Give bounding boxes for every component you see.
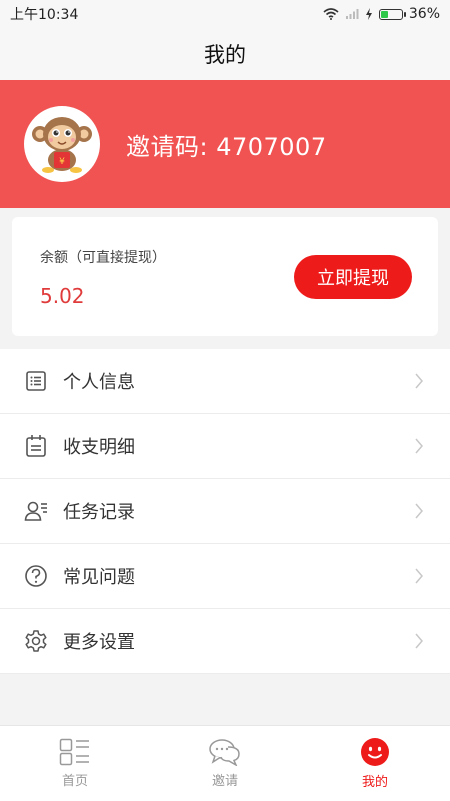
menu-item-label: 任务记录 bbox=[63, 502, 135, 523]
wifi-icon bbox=[323, 8, 339, 20]
balance-label: 余额（可直接提现） bbox=[40, 250, 166, 266]
charging-icon bbox=[365, 8, 372, 20]
tab-label: 首页 bbox=[61, 774, 88, 789]
chevron-right-icon bbox=[415, 373, 423, 389]
chevron-right-icon bbox=[415, 633, 423, 649]
chevron-right-icon bbox=[415, 503, 423, 519]
tab-mine[interactable]: 我的 bbox=[300, 726, 450, 801]
battery-icon bbox=[378, 8, 406, 20]
battery-level bbox=[380, 10, 388, 18]
smile-icon bbox=[361, 738, 389, 766]
bottom-tab-bar: 首页 邀请 我的 bbox=[0, 725, 450, 801]
menu-item-profile-info[interactable]: 个人信息 bbox=[0, 349, 450, 414]
menu-item-settings[interactable]: 更多设置 bbox=[0, 609, 450, 674]
signal-icon bbox=[345, 9, 359, 19]
user-tasks-icon bbox=[24, 499, 48, 523]
chat-bubbles-icon bbox=[209, 739, 240, 766]
menu-item-label: 收支明细 bbox=[63, 437, 135, 458]
avatar[interactable]: ¥ bbox=[24, 106, 100, 182]
tab-label: 我的 bbox=[361, 775, 388, 790]
gear-icon bbox=[24, 629, 48, 653]
menu-item-label: 更多设置 bbox=[63, 632, 135, 653]
page-title: 我的 bbox=[0, 28, 450, 80]
menu-item-label: 个人信息 bbox=[63, 372, 135, 393]
chevron-right-icon bbox=[415, 438, 423, 454]
status-bar: 上午10:34 36% bbox=[0, 0, 450, 28]
status-time: 上午10:34 bbox=[10, 7, 79, 23]
balance-value: 5.02 bbox=[40, 284, 85, 308]
profile-header: ¥ 邀请码: 4707007 bbox=[0, 80, 450, 208]
menu-item-faq[interactable]: 常见问题 bbox=[0, 544, 450, 609]
list-icon bbox=[24, 369, 48, 393]
chevron-right-icon bbox=[415, 568, 423, 584]
status-icons: 36% bbox=[323, 6, 440, 22]
tab-home[interactable]: 首页 bbox=[0, 726, 150, 801]
menu-list: 个人信息 收支明细 任务记录 常见问题 更多设置 bbox=[0, 349, 450, 674]
tab-invite[interactable]: 邀请 bbox=[150, 726, 300, 801]
invite-code: 邀请码: 4707007 bbox=[126, 132, 327, 161]
menu-item-label: 常见问题 bbox=[63, 567, 135, 588]
question-icon bbox=[24, 564, 48, 588]
menu-item-task-records[interactable]: 任务记录 bbox=[0, 479, 450, 544]
monkey-avatar-icon: ¥ bbox=[32, 117, 92, 173]
menu-item-transactions[interactable]: 收支明细 bbox=[0, 414, 450, 479]
svg-text:¥: ¥ bbox=[59, 157, 65, 167]
calendar-icon bbox=[24, 434, 48, 458]
withdraw-button[interactable]: 立即提现 bbox=[294, 255, 412, 299]
battery-percent: 36% bbox=[408, 6, 440, 22]
balance-card: 余额（可直接提现） 5.02 立即提现 bbox=[12, 217, 438, 336]
tab-label: 邀请 bbox=[211, 774, 238, 789]
home-grid-icon bbox=[59, 738, 89, 766]
